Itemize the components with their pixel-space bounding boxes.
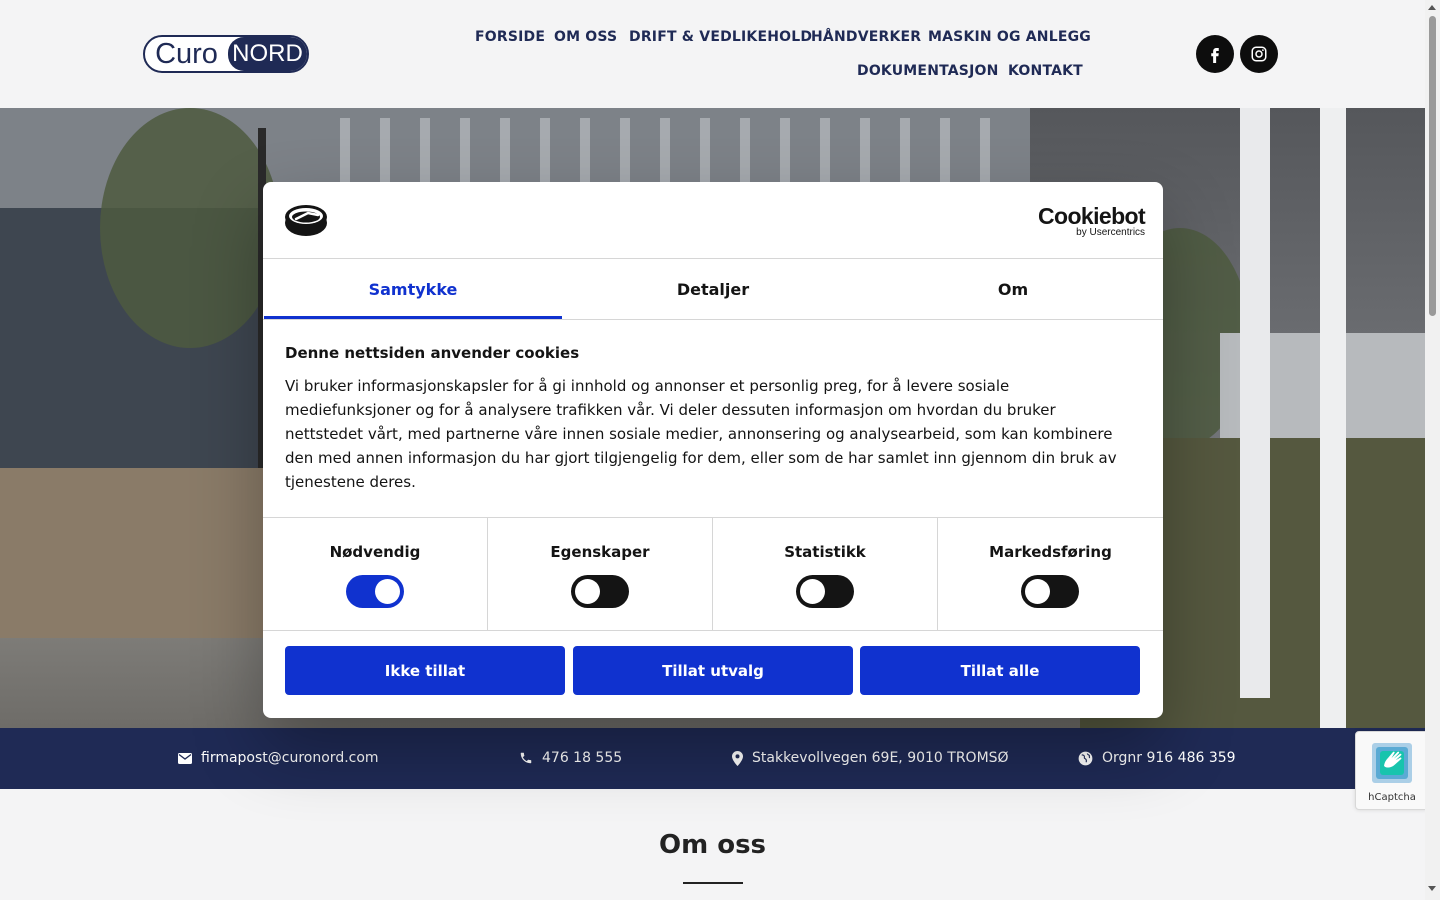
curonord-logo[interactable]: Curo NORD [143, 35, 309, 73]
dialog-header: Cookiebot by Usercentrics [263, 182, 1163, 259]
cookie-categories: Nødvendig Egenskaper Statistikk Markedsf… [263, 517, 1163, 631]
nav-kontakt[interactable]: KONTAKT [1008, 63, 1083, 79]
cookiebot-brand-by: by Usercentrics [1076, 227, 1146, 238]
hcaptcha-badge[interactable]: hCaptcha [1355, 731, 1427, 810]
toggle-markedsforing[interactable] [1021, 575, 1079, 608]
toggle-knob [375, 579, 400, 604]
envelope-icon [178, 752, 192, 764]
cookiebot-brand-name: Cookiebot [1038, 203, 1146, 229]
category-label: Egenskaper [550, 543, 650, 561]
phone-info[interactable]: 476 18 555 [519, 750, 622, 766]
nav-drift-vedlikehold[interactable]: DRIFT & VEDLIKEHOLD [629, 29, 812, 45]
nav-forside[interactable]: FORSIDE [475, 29, 545, 45]
allow-selection-button[interactable]: Tillat utvalg [573, 646, 853, 695]
allow-all-button[interactable]: Tillat alle [860, 646, 1140, 695]
category-label: Nødvendig [329, 543, 421, 561]
site-header: Curo NORD FORSIDE OM OSS DRIFT & VEDLIKE… [0, 0, 1425, 108]
site-cookie-logo-icon [285, 205, 327, 236]
instagram-button[interactable] [1240, 35, 1278, 73]
cookiebot-logo[interactable]: Cookiebot by Usercentrics [1038, 203, 1146, 238]
hcaptcha-logo-icon [1372, 743, 1412, 783]
tab-detaljer[interactable]: Detaljer [563, 259, 863, 319]
category-label: Markedsføring [989, 543, 1112, 561]
orgnr-info: Orgnr 916 486 359 [1078, 750, 1236, 766]
deny-button[interactable]: Ikke tillat [285, 646, 565, 695]
phone-icon [520, 752, 532, 764]
category-nodvendig: Nødvendig [263, 518, 488, 631]
email-text: firmapost@curonord.com [201, 750, 379, 766]
toggle-statistikk[interactable] [796, 575, 854, 608]
dialog-heading: Denne nettsiden anvender cookies [285, 344, 580, 362]
toggle-knob [800, 579, 825, 604]
facebook-icon [1211, 48, 1219, 63]
scroll-down-arrow-icon[interactable] [1428, 886, 1436, 891]
dialog-tabs: Samtykke Detaljer Om [263, 259, 1163, 320]
logo-text-curo: Curo [155, 37, 218, 70]
tab-samtykke[interactable]: Samtykke [263, 259, 563, 319]
globe-icon [1078, 751, 1093, 765]
contact-info-bar: firmapost@curonord.com 476 18 555 Stakke… [0, 728, 1425, 789]
toggle-knob [1025, 579, 1050, 604]
nav-maskin-og-anlegg[interactable]: MASKIN OG ANLEGG [928, 29, 1091, 45]
toggle-knob [575, 579, 600, 604]
scroll-up-arrow-icon[interactable] [1428, 5, 1436, 10]
address-info: Stakkevollvegen 69E, 9010 TROMSØ [732, 750, 1009, 766]
category-egenskaper: Egenskaper [488, 518, 713, 631]
page-scrollbar[interactable] [1425, 0, 1440, 900]
phone-text: 476 18 555 [542, 750, 623, 766]
category-label: Statistikk [784, 543, 866, 561]
section-title-om-oss: Om oss [658, 830, 767, 860]
nav-dokumentasjon[interactable]: DOKUMENTASJON [857, 63, 999, 79]
category-statistikk: Statistikk [713, 518, 938, 631]
instagram-icon [1251, 46, 1267, 62]
map-pin-icon [732, 750, 743, 766]
toggle-nodvendig[interactable] [346, 575, 404, 608]
email-info[interactable]: firmapost@curonord.com [178, 750, 379, 766]
orgnr-text: Orgnr 916 486 359 [1102, 750, 1236, 766]
category-markedsforing: Markedsføring [938, 518, 1163, 631]
tab-om[interactable]: Om [863, 259, 1163, 319]
dialog-body-text: Vi bruker informasjonskapsler for å gi i… [285, 377, 1117, 491]
active-tab-indicator [264, 316, 562, 319]
toggle-egenskaper[interactable] [571, 575, 629, 608]
hcaptcha-label: hCaptcha [1368, 792, 1416, 803]
cookie-consent-dialog: Cookiebot by Usercentrics Samtykke Detal… [263, 182, 1163, 718]
nav-handverker[interactable]: HÅNDVERKER [811, 29, 921, 45]
address-text: Stakkevollvegen 69E, 9010 TROMSØ [752, 750, 1009, 766]
facebook-button[interactable] [1196, 35, 1234, 73]
logo-text-nord: NORD [228, 37, 307, 71]
title-divider [683, 882, 743, 884]
scrollbar-thumb[interactable] [1429, 16, 1436, 316]
nav-om-oss[interactable]: OM OSS [554, 29, 617, 45]
